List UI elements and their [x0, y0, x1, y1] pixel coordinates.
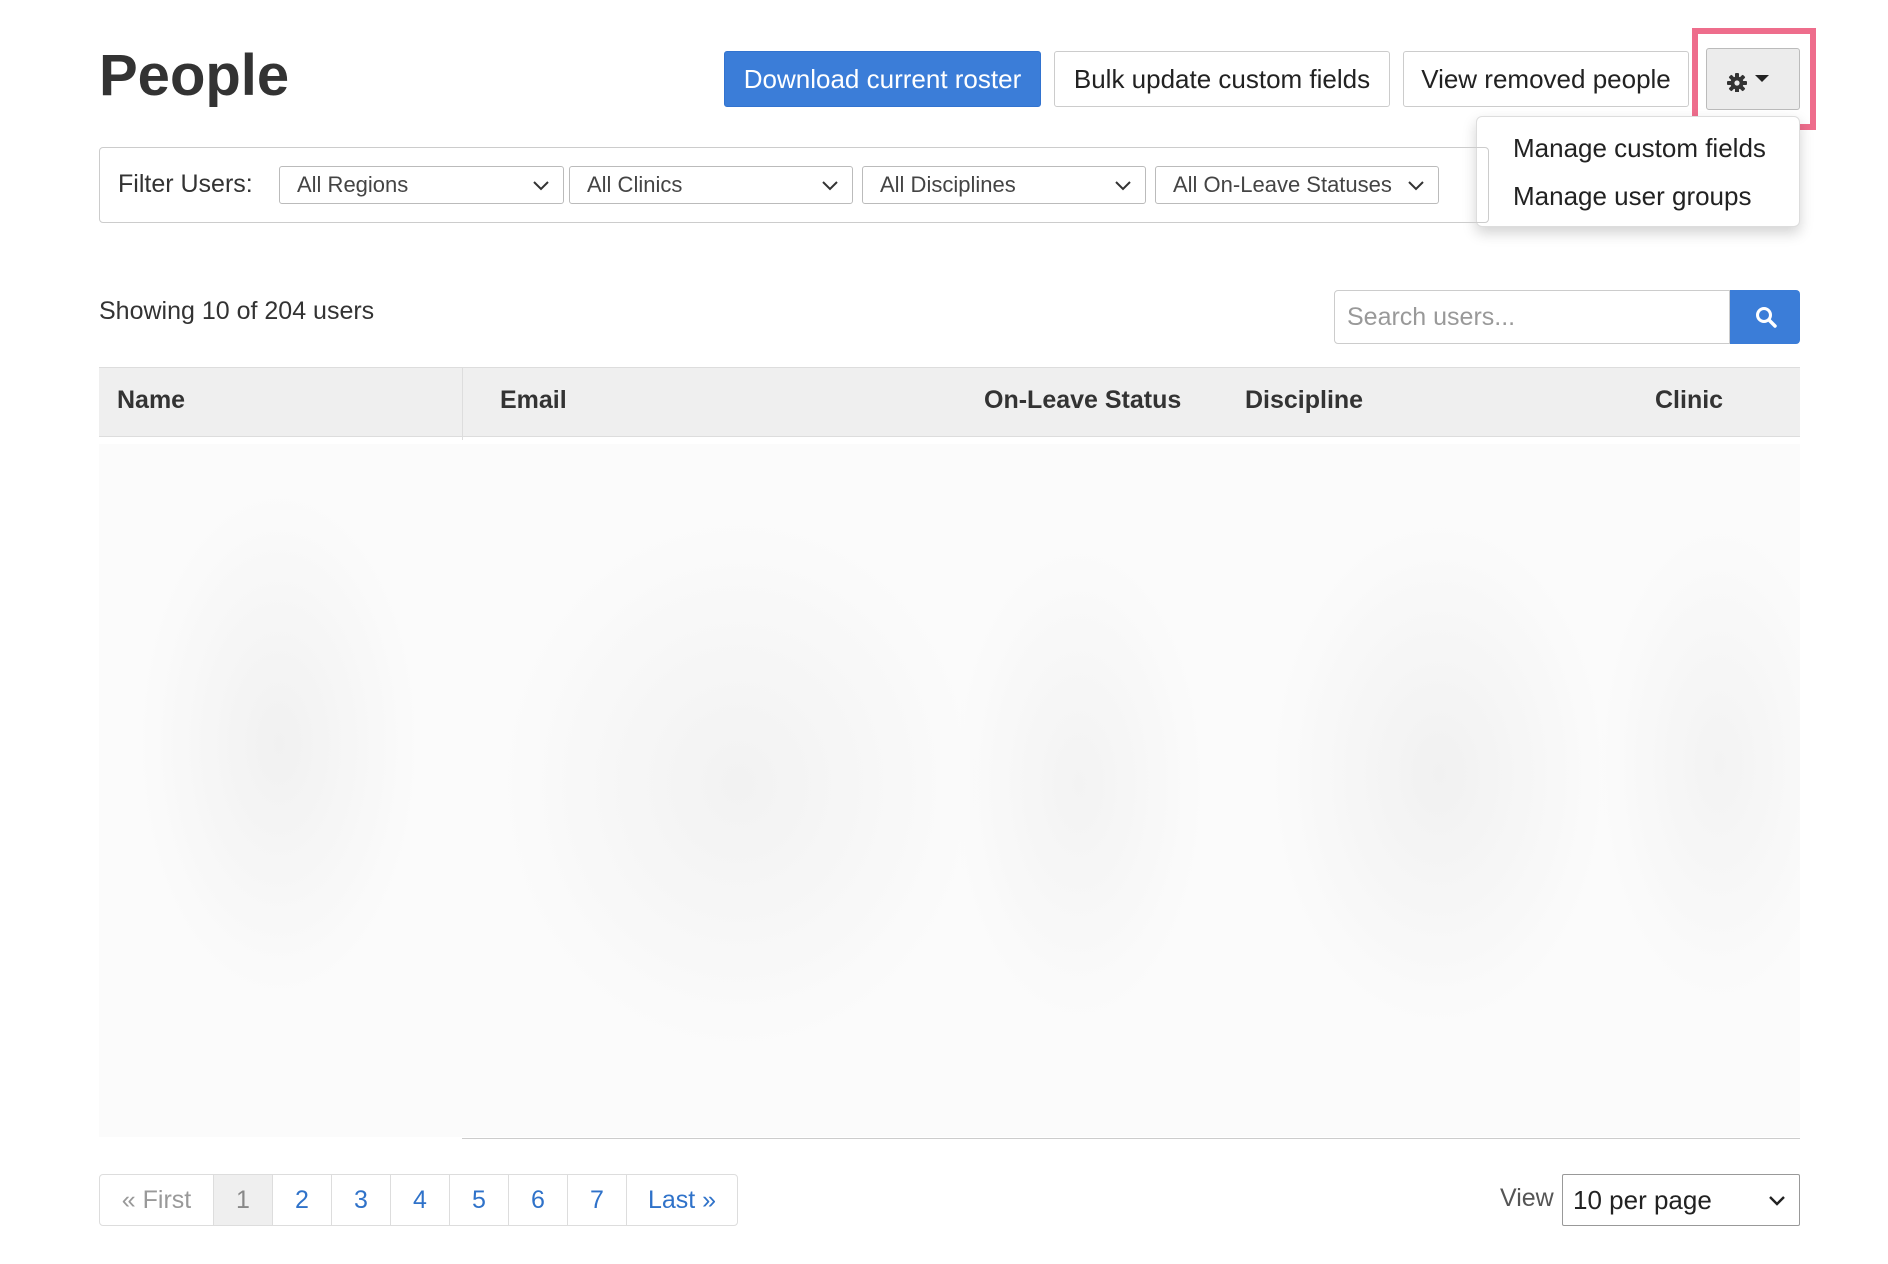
results-count: Showing 10 of 204 users: [99, 297, 375, 325]
clinic-filter-select[interactable]: All Clinics: [569, 166, 853, 204]
per-page-label: View: [1500, 1184, 1554, 1212]
filter-panel: Filter Users: All Regions All Clinics Al…: [99, 147, 1489, 223]
menu-item-manage-user-groups[interactable]: Manage user groups: [1513, 181, 1751, 212]
filter-label: Filter Users:: [118, 170, 253, 198]
search-icon: [1756, 307, 1777, 328]
gear-icon: [1727, 73, 1769, 92]
pagination-page-4[interactable]: 4: [390, 1175, 449, 1225]
pagination-first[interactable]: « First: [100, 1175, 213, 1225]
download-roster-button[interactable]: Download current roster: [724, 51, 1041, 107]
search-input[interactable]: [1334, 290, 1730, 344]
chevron-down-icon: [1115, 181, 1131, 191]
chevron-down-icon: [1408, 181, 1424, 191]
on-leave-filter-value: All On-Leave Statuses: [1173, 172, 1392, 197]
per-page-select[interactable]: 10 per page: [1562, 1174, 1800, 1226]
view-removed-people-button[interactable]: View removed people: [1403, 51, 1689, 107]
pagination-page-3[interactable]: 3: [331, 1175, 390, 1225]
region-filter-value: All Regions: [297, 172, 409, 197]
pagination-page-7[interactable]: 7: [567, 1175, 626, 1225]
column-header-email[interactable]: Email: [500, 386, 567, 415]
settings-dropdown-menu: Manage custom fields Manage user groups: [1476, 116, 1800, 227]
chevron-down-icon: [1769, 1196, 1785, 1206]
discipline-filter-select[interactable]: All Disciplines: [862, 166, 1146, 204]
table-body-blurred: [99, 444, 1800, 1137]
clinic-filter-value: All Clinics: [587, 172, 683, 197]
table-header: Name Email On-Leave Status Discipline Cl…: [99, 367, 1800, 437]
column-header-clinic[interactable]: Clinic: [1655, 386, 1723, 415]
column-divider: [462, 367, 463, 440]
pagination-page-1[interactable]: 1: [213, 1175, 272, 1225]
discipline-filter-value: All Disciplines: [880, 172, 1016, 197]
settings-dropdown-button[interactable]: [1706, 48, 1800, 110]
on-leave-filter-select[interactable]: All On-Leave Statuses: [1155, 166, 1439, 204]
table-bottom-divider: [462, 1138, 1800, 1139]
pagination-page-5[interactable]: 5: [449, 1175, 508, 1225]
chevron-down-icon: [822, 181, 838, 191]
caret-down-icon: [1755, 75, 1769, 82]
region-filter-select[interactable]: All Regions: [279, 166, 564, 204]
column-header-discipline[interactable]: Discipline: [1245, 386, 1363, 415]
pagination-page-2[interactable]: 2: [272, 1175, 331, 1225]
pagination-last[interactable]: Last »: [626, 1175, 737, 1225]
pagination: « First 1 2 3 4 5 6 7 Last »: [99, 1174, 738, 1226]
search-button[interactable]: [1730, 290, 1800, 344]
chevron-down-icon: [533, 181, 549, 191]
column-header-on-leave-status[interactable]: On-Leave Status: [984, 386, 1181, 415]
per-page-value: 10 per page: [1573, 1185, 1712, 1215]
bulk-update-custom-fields-button[interactable]: Bulk update custom fields: [1054, 51, 1390, 107]
pagination-page-6[interactable]: 6: [508, 1175, 567, 1225]
menu-item-manage-custom-fields[interactable]: Manage custom fields: [1513, 133, 1766, 164]
page-title: People: [99, 43, 290, 108]
column-header-name[interactable]: Name: [117, 386, 185, 415]
